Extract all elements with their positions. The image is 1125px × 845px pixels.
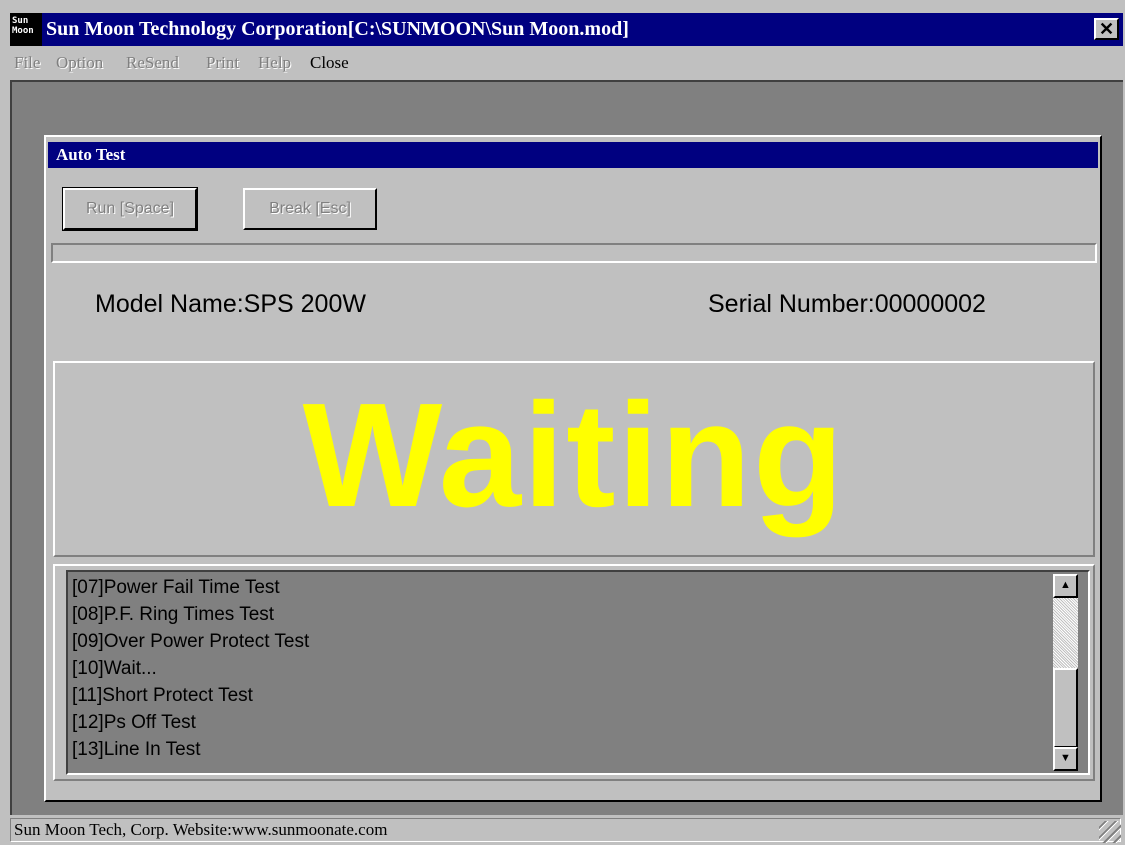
- test-log-list[interactable]: [07]Power Fail Time Test [08]P.F. Ring T…: [66, 570, 1090, 775]
- scroll-down-icon[interactable]: ▼: [1053, 747, 1078, 771]
- menu-print[interactable]: Print: [206, 53, 239, 73]
- scrollbar-thumb[interactable]: [1053, 668, 1078, 748]
- log-items: [07]Power Fail Time Test [08]P.F. Ring T…: [72, 574, 309, 763]
- list-item[interactable]: [09]Over Power Protect Test: [72, 628, 309, 655]
- list-item[interactable]: [10]Wait...: [72, 655, 309, 682]
- main-title-bar[interactable]: Sun Moon Sun Moon Technology Corporation…: [10, 13, 1123, 46]
- status-bar: Sun Moon Tech, Corp. Website:www.sunmoon…: [10, 815, 1123, 845]
- test-status-text: Waiting: [302, 373, 846, 538]
- auto-test-title: Auto Test: [56, 145, 126, 164]
- run-button[interactable]: Run [Space]: [62, 187, 198, 231]
- status-panel: Waiting: [53, 361, 1095, 557]
- test-progress-bar: [51, 243, 1097, 263]
- serial-number-label: Serial Number:00000002: [708, 290, 986, 318]
- menu-resend[interactable]: ReSend: [126, 53, 179, 73]
- list-item[interactable]: [08]P.F. Ring Times Test: [72, 601, 309, 628]
- auto-test-window: Auto Test Run [Space] Break [Esc] Model …: [44, 135, 1102, 802]
- list-item[interactable]: [13]Line In Test: [72, 736, 309, 763]
- app-icon[interactable]: Sun Moon: [10, 13, 42, 46]
- menu-close[interactable]: Close: [310, 53, 349, 73]
- log-scrollbar[interactable]: ▲ ▼: [1053, 574, 1078, 771]
- menu-file[interactable]: File: [14, 53, 40, 73]
- menu-bar: File Option ReSend Print Help Close: [10, 46, 1123, 80]
- window-title: Sun Moon Technology Corporation[C:\SUNMO…: [46, 18, 629, 40]
- list-item[interactable]: [12]Ps Off Test: [72, 709, 309, 736]
- list-item[interactable]: [07]Power Fail Time Test: [72, 574, 309, 601]
- auto-test-title-bar[interactable]: Auto Test: [48, 142, 1098, 168]
- menu-option[interactable]: Option: [56, 53, 103, 73]
- status-bar-text: Sun Moon Tech, Corp. Website:www.sunmoon…: [10, 818, 1121, 842]
- close-icon[interactable]: ✕: [1094, 18, 1119, 40]
- model-name-label: Model Name:SPS 200W: [95, 290, 366, 318]
- resize-grip-icon[interactable]: [1099, 821, 1121, 843]
- log-panel: [07]Power Fail Time Test [08]P.F. Ring T…: [53, 564, 1095, 781]
- scroll-up-icon[interactable]: ▲: [1053, 574, 1078, 598]
- break-button[interactable]: Break [Esc]: [243, 188, 377, 230]
- menu-help[interactable]: Help: [258, 53, 291, 73]
- list-item[interactable]: [11]Short Protect Test: [72, 682, 309, 709]
